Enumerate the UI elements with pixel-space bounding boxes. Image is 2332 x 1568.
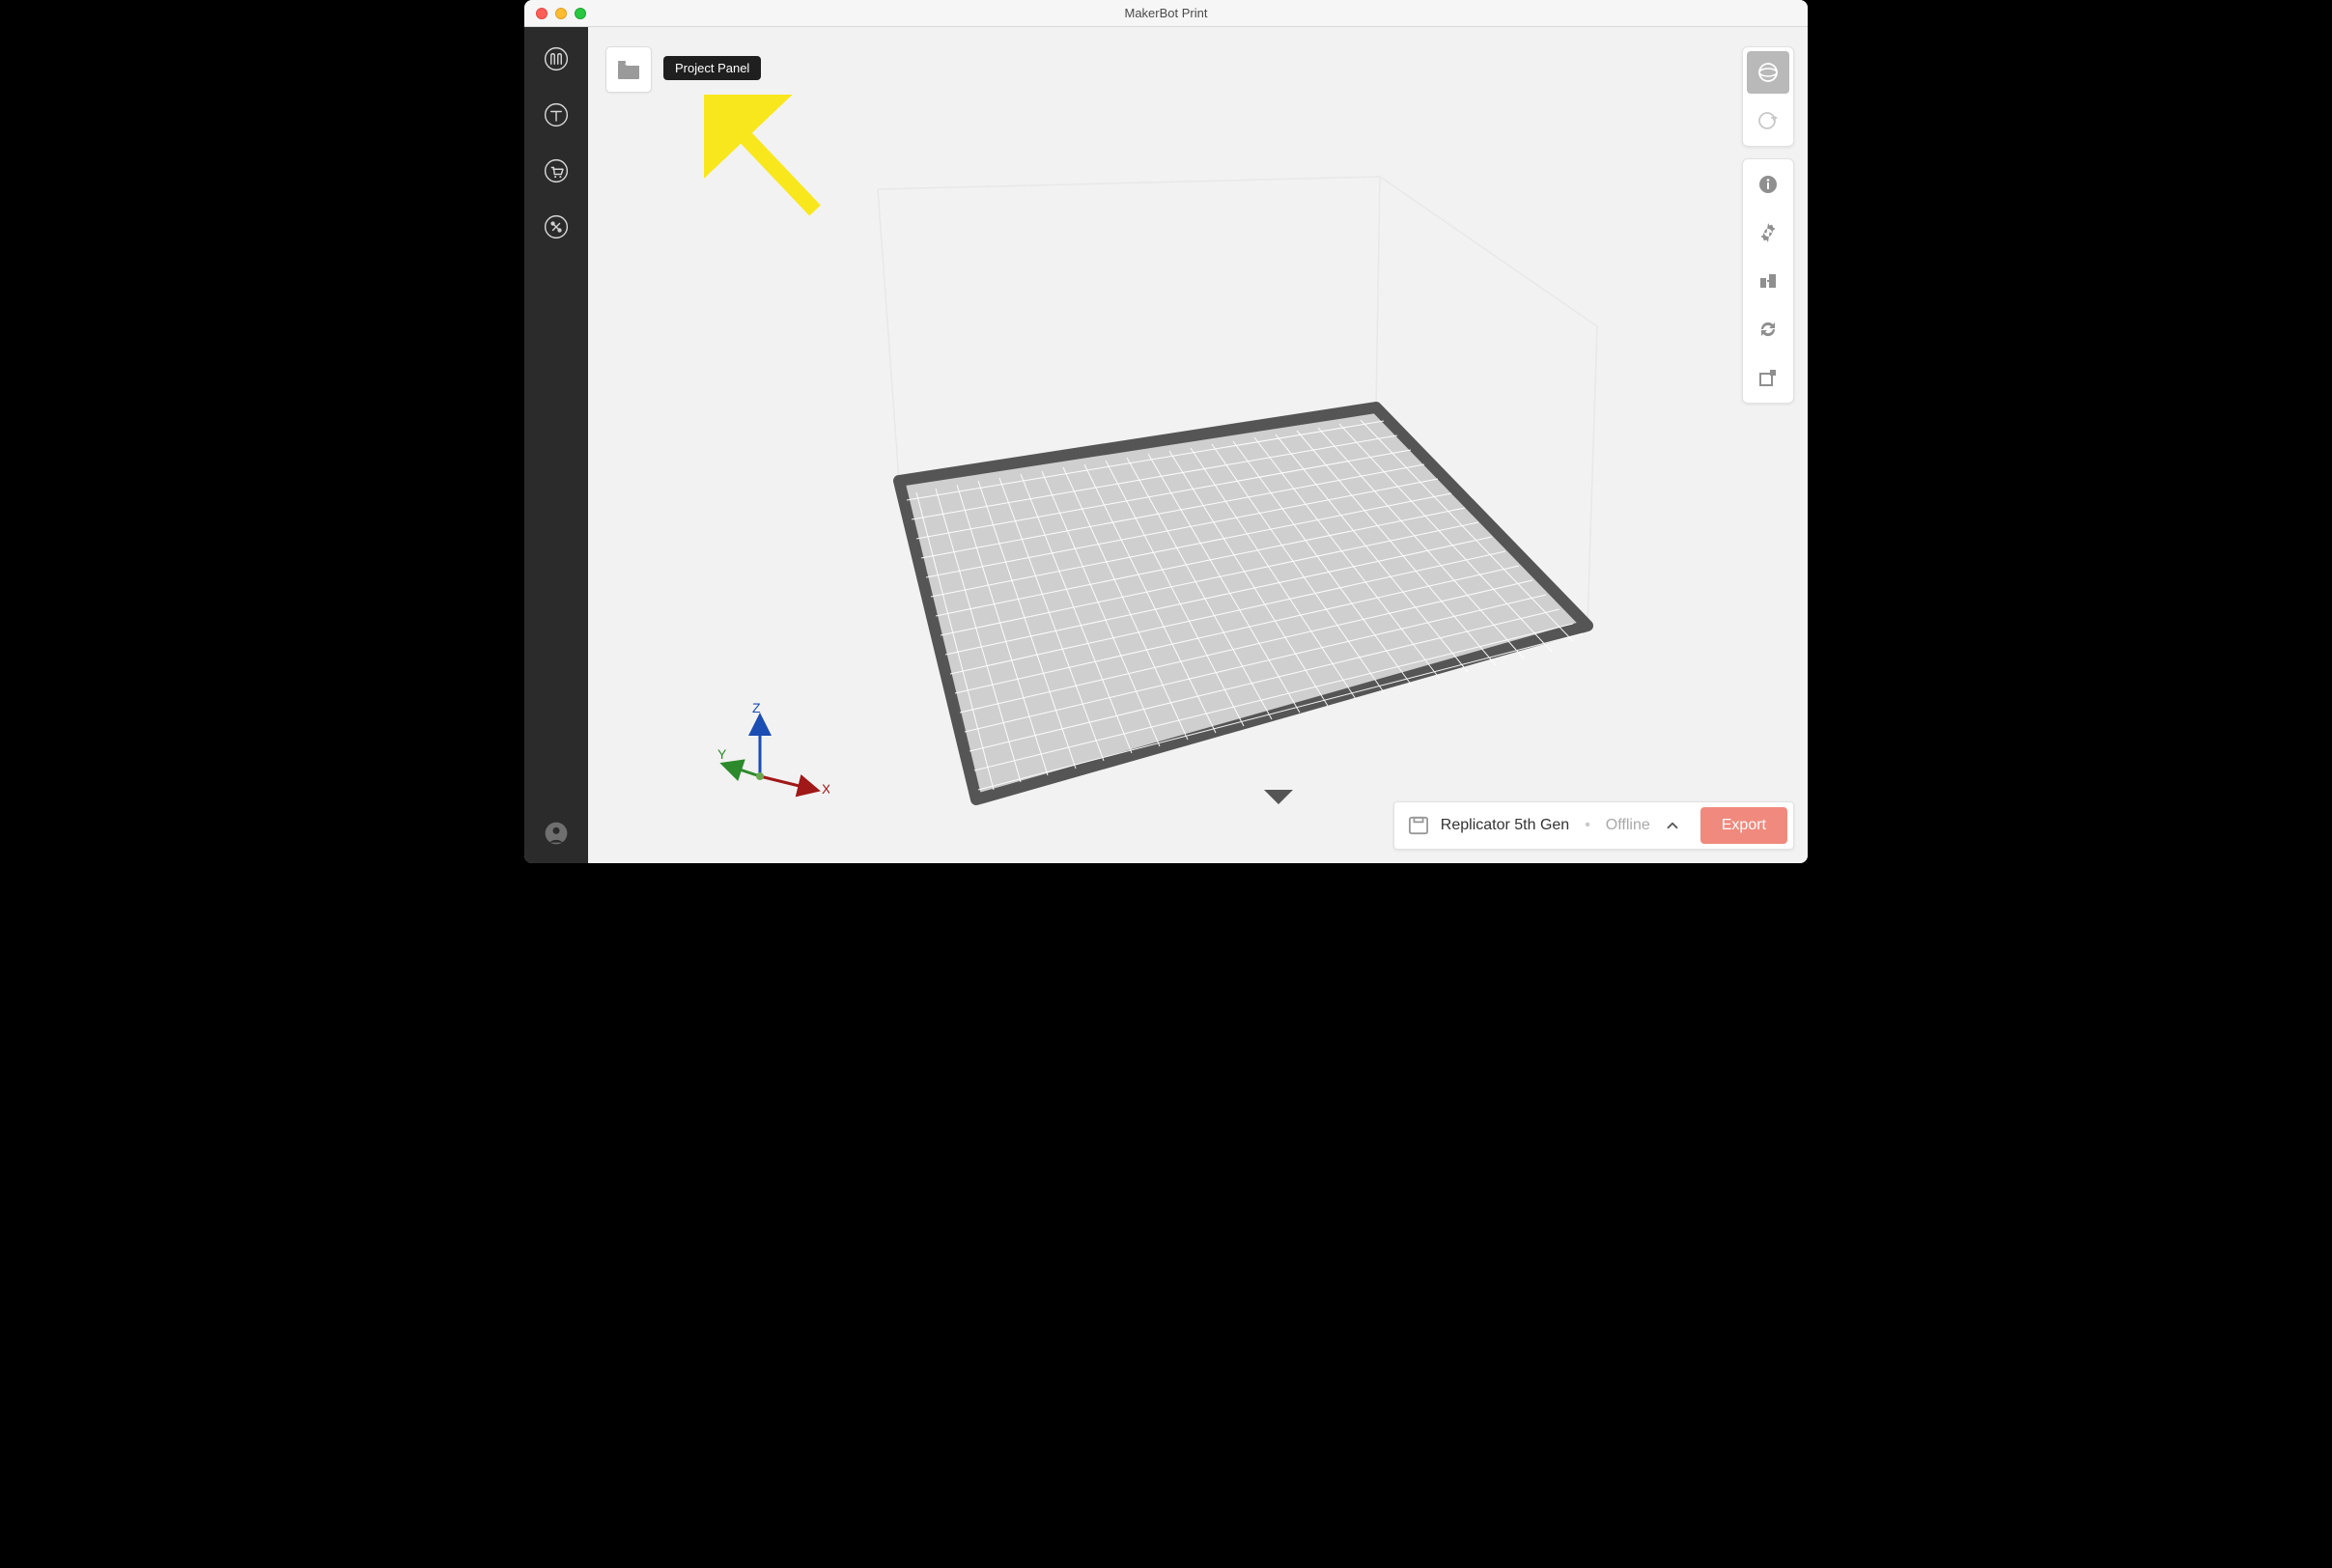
thingiverse-icon[interactable] [542,100,571,129]
info-icon [1756,173,1780,196]
slice-preview-icon [1756,109,1780,132]
model-tools-group [1742,158,1794,404]
viewport[interactable]: Project Panel [588,27,1808,863]
printer-name[interactable]: Replicator 5th Gen [1441,817,1569,834]
app-body: Project Panel [524,27,1808,863]
project-panel-tooltip: Project Panel [663,56,761,80]
printer-icon [1408,816,1429,835]
build-volume-scene [588,27,1808,863]
folder-icon [617,59,640,80]
store-icon[interactable] [542,156,571,185]
account-icon[interactable] [542,819,571,848]
gear-icon [1756,221,1780,244]
scale-icon [1756,366,1780,389]
export-button[interactable]: Export [1700,807,1787,844]
arrange-icon [1756,269,1780,293]
app-window: MakerBot Print [524,0,1808,863]
sphere-icon [1756,61,1780,84]
print-settings-button[interactable] [1747,211,1789,254]
tools-icon[interactable] [542,212,571,241]
right-toolbar [1742,46,1794,404]
titlebar: MakerBot Print [524,0,1808,27]
project-panel-button[interactable] [605,46,652,93]
chevron-up-icon [1664,817,1681,834]
window-title: MakerBot Print [524,6,1808,20]
info-button[interactable] [1747,163,1789,206]
rotate-sync-icon [1756,318,1780,341]
arrange-button[interactable] [1747,260,1789,302]
orient-button[interactable] [1747,308,1789,350]
printer-expand-button[interactable] [1662,815,1683,836]
status-separator: • [1581,817,1594,834]
printer-status: Offline [1606,817,1650,834]
printer-status-bar: Replicator 5th Gen • Offline Export [1393,801,1794,850]
left-sidebar [524,27,588,863]
view-slice-button[interactable] [1747,99,1789,142]
view-mode-group [1742,46,1794,147]
scale-button[interactable] [1747,356,1789,399]
makerbot-logo-icon[interactable] [542,44,571,73]
view-3d-button[interactable] [1747,51,1789,94]
